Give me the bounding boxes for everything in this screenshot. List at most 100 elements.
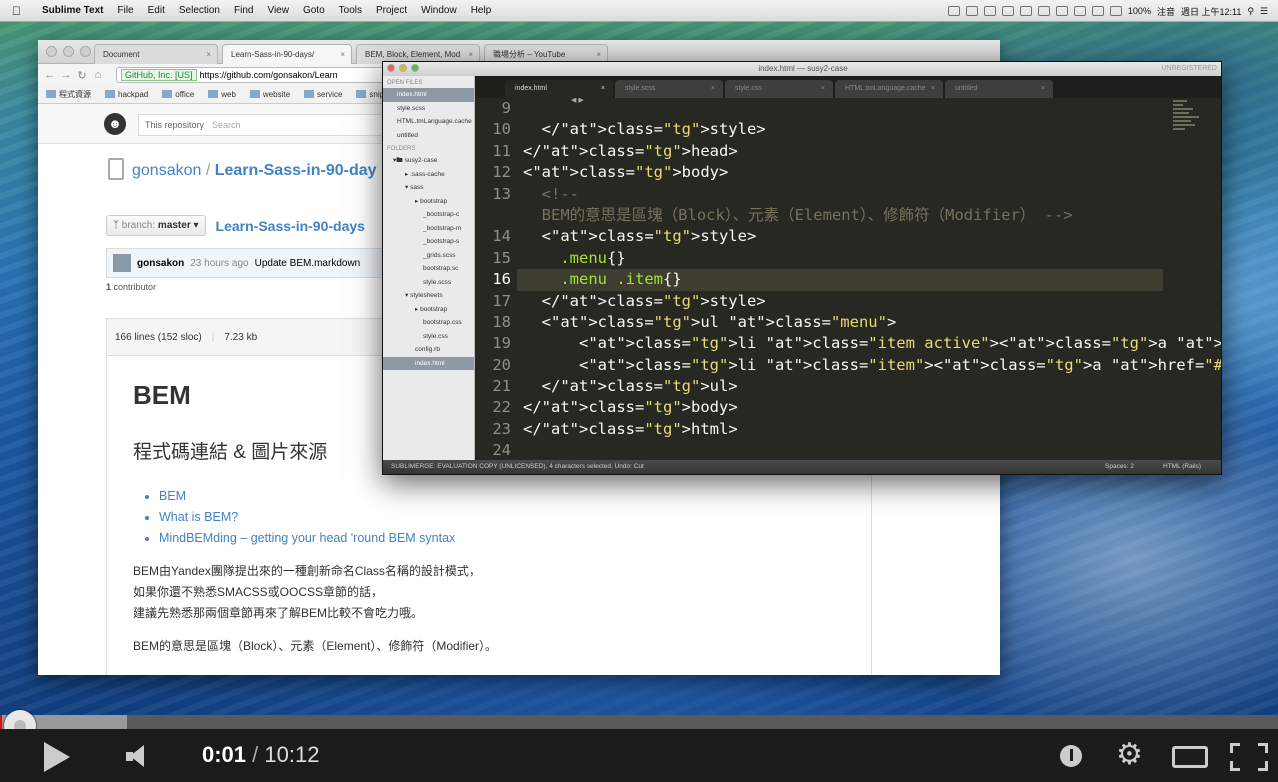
breadcrumb-repo-link[interactable]: Learn-Sass-in-90-days (216, 218, 365, 234)
tray-icon[interactable] (983, 6, 996, 16)
repo-owner-link[interactable]: gonsakon (132, 162, 201, 179)
folder-item[interactable]: ▾ sass (383, 181, 474, 195)
editor-tab[interactable]: style.scss × (615, 80, 723, 98)
avatar[interactable] (113, 254, 131, 272)
repo-name-link[interactable]: Learn-Sass-in-90-day (215, 162, 377, 179)
settings-gear-icon[interactable]: ⚙ (1116, 740, 1143, 770)
code-line[interactable] (523, 98, 1163, 119)
minimize-window-button[interactable] (63, 46, 74, 57)
tray-icon[interactable] (1037, 6, 1050, 16)
menu-find[interactable]: Find (234, 5, 253, 16)
code-line[interactable]: </"at">class="tg">style> (523, 291, 1163, 312)
file-item[interactable]: style.css (383, 330, 474, 344)
code-line[interactable] (523, 440, 1163, 461)
code-line[interactable]: .menu .item{} (517, 269, 1163, 291)
tray-icon[interactable] (1001, 6, 1014, 16)
folder-item[interactable]: ▾ stylesheets (383, 289, 474, 303)
back-icon[interactable]: ← (42, 69, 58, 81)
menu-selection[interactable]: Selection (179, 5, 220, 16)
menu-app-name[interactable]: Sublime Text (42, 5, 104, 16)
readme-link[interactable]: MindBEMding – getting your head 'round B… (159, 528, 847, 549)
watch-later-icon[interactable] (1060, 745, 1082, 767)
zoom-window-button[interactable] (80, 46, 91, 57)
video-progress-bar[interactable] (0, 710, 1278, 742)
editor-tab[interactable]: untitled × (945, 80, 1053, 98)
file-item[interactable]: config.rb (383, 343, 474, 357)
folder-item[interactable]: ▸ bootstrap (383, 195, 474, 209)
code-line[interactable]: </"at">class="tg">style> (523, 119, 1163, 140)
fullscreen-icon[interactable] (1228, 741, 1270, 773)
repo-search-input[interactable]: This repository Search (138, 114, 388, 136)
reload-icon[interactable]: ↻ (74, 69, 90, 82)
branch-select-button[interactable]: ᛉ branch: master ▾ (106, 215, 206, 236)
menu-file[interactable]: File (118, 5, 134, 16)
menu-view[interactable]: View (267, 5, 289, 16)
close-icon[interactable]: × (711, 80, 715, 98)
folder-item[interactable]: ▸ .sass-cache (383, 168, 474, 182)
menu-goto[interactable]: Goto (303, 5, 325, 16)
tray-icon[interactable] (1055, 6, 1068, 16)
code-line[interactable]: </"at">class="tg">body> (523, 397, 1163, 418)
code-editor[interactable]: </"at">class="tg">style> </"at">class="tg… (517, 98, 1221, 462)
tray-icon[interactable] (1073, 6, 1086, 16)
file-item[interactable]: style.scss (383, 276, 474, 290)
file-item[interactable]: _bootstrap-c (383, 208, 474, 222)
file-item-selected[interactable]: index.html (383, 356, 474, 370)
code-line[interactable]: <!-- (523, 184, 1163, 205)
code-line[interactable]: <"at">class="tg">li "at">class="item"><"… (523, 355, 1221, 376)
code-line[interactable]: <"at">class="tg">body> (523, 162, 1163, 183)
menu-edit[interactable]: Edit (148, 5, 165, 16)
open-file-item[interactable]: style.scss (383, 102, 474, 116)
code-line[interactable]: .menu{} (523, 248, 1163, 269)
editor-tab-active[interactable]: index.html × (505, 80, 613, 98)
tray-icon[interactable] (1091, 6, 1104, 16)
input-method[interactable]: 注音 (1157, 5, 1175, 18)
file-item[interactable]: bootstrap.css (383, 316, 474, 330)
commit-author[interactable]: gonsakon (137, 258, 184, 269)
close-icon[interactable]: × (206, 45, 211, 64)
readme-link[interactable]: BEM (159, 486, 847, 507)
folder-item[interactable]: ▸ bootstrap (383, 303, 474, 317)
code-line[interactable]: </"at">class="tg">html> (523, 419, 1163, 440)
menu-project[interactable]: Project (376, 5, 407, 16)
spotlight-icon[interactable]: ⚲ (1247, 6, 1254, 17)
menu-tools[interactable]: Tools (339, 5, 362, 16)
close-window-button[interactable] (46, 46, 57, 57)
address-bar[interactable]: GitHub, Inc. [US] https://github.com/gons… (116, 67, 416, 83)
file-item[interactable]: bootstrap.sc (383, 262, 474, 276)
file-item[interactable]: _bootstrap-s (383, 235, 474, 249)
tray-icon[interactable] (947, 6, 960, 16)
folder-item[interactable]: ▾🖿 susy2-case (383, 154, 474, 168)
bookmark-folder[interactable]: 程式資源 (46, 89, 91, 100)
theater-mode-icon[interactable] (1172, 746, 1208, 768)
code-line[interactable]: <"at">class="tg">li "at">class="item act… (523, 333, 1221, 354)
file-item[interactable]: _grids.scss (383, 249, 474, 263)
close-icon[interactable]: × (601, 80, 605, 98)
apple-icon[interactable]:  (12, 4, 26, 18)
bookmark-folder[interactable]: office (162, 90, 194, 99)
bookmark-folder[interactable]: hackpad (105, 90, 148, 99)
code-line[interactable]: <"at">class="tg">ul "at">class="menu"> (523, 312, 1163, 333)
commit-message[interactable]: Update BEM.markdown (255, 258, 361, 269)
github-logo-icon[interactable]: ☻ (104, 113, 126, 135)
indentation-setting[interactable]: Spaces: 2 (1105, 460, 1134, 474)
open-file-item[interactable]: index.html (383, 88, 474, 102)
tray-icon[interactable] (1019, 6, 1032, 16)
syntax-setting[interactable]: HTML (Rails) (1163, 460, 1201, 474)
minimap[interactable] (1167, 98, 1211, 462)
code-line[interactable]: BEM的意思是區塊（Block）、元素（Element）、修飾符（Modifie… (523, 205, 1163, 226)
browser-tab-active[interactable]: Learn-Sass-in-90-days/ × (222, 44, 352, 64)
code-line[interactable]: </"at">class="tg">head> (523, 141, 1163, 162)
close-icon[interactable]: × (931, 80, 935, 98)
battery-percentage[interactable]: 100% (1128, 6, 1151, 16)
file-item[interactable]: _bootstrap-m (383, 222, 474, 236)
editor-tab[interactable]: HTML.tmLanguage.cache × (835, 80, 943, 98)
menu-clock[interactable]: 週日 上午12:11 (1181, 5, 1241, 18)
readme-link[interactable]: What is BEM? (159, 507, 847, 528)
code-line[interactable]: <"at">class="tg">style> (523, 226, 1163, 247)
menu-window[interactable]: Window (421, 5, 457, 16)
forward-icon[interactable]: → (58, 69, 74, 81)
home-icon[interactable]: ⌂ (90, 69, 106, 81)
wifi-icon[interactable] (1109, 6, 1122, 16)
contributors-info[interactable]: 1 contributor (106, 282, 156, 292)
